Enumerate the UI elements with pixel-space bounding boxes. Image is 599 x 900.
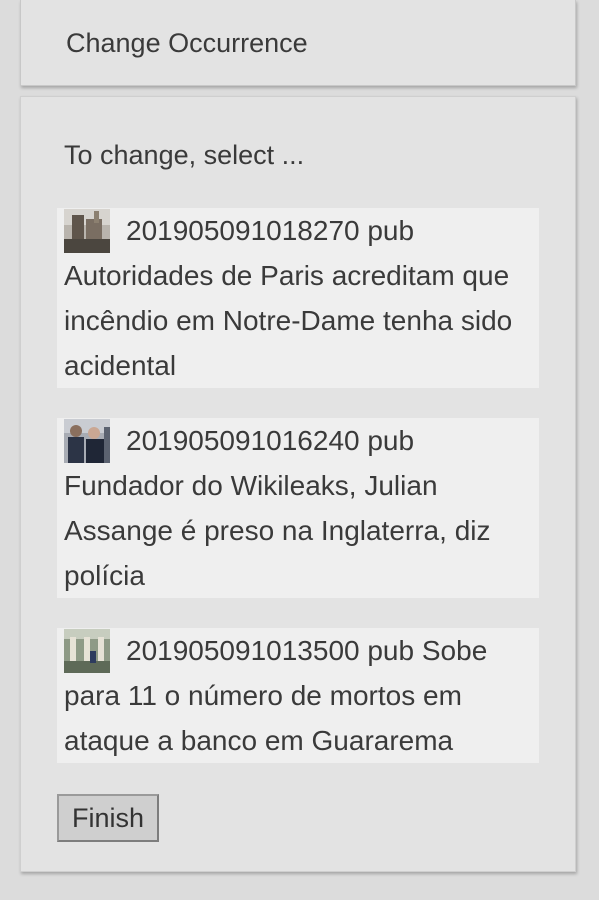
item-id: 201905091016240 pub bbox=[126, 425, 415, 456]
page: Change Occurrence To change, select ... … bbox=[0, 0, 599, 900]
occurrence-item[interactable]: 201905091013500 pub Sobe para 11 o númer… bbox=[57, 628, 539, 763]
bank-attack-photo-icon bbox=[64, 629, 110, 673]
item-id: 201905091018270 pub bbox=[126, 215, 415, 246]
select-prompt: To change, select ... bbox=[64, 140, 305, 170]
occurrence-item[interactable]: 201905091016240 pub Fundador do Wikileak… bbox=[57, 418, 539, 598]
item-id: 201905091013500 pub bbox=[126, 635, 415, 666]
header-bar: Change Occurrence bbox=[20, 0, 576, 86]
item-text: Fundador do Wikileaks, Julian Assange é … bbox=[64, 470, 491, 591]
finish-button[interactable]: Finish bbox=[57, 794, 159, 842]
page-title: Change Occurrence bbox=[66, 28, 308, 58]
notre-dame-photo-icon bbox=[64, 209, 110, 253]
item-text: Autoridades de Paris acreditam que incên… bbox=[64, 260, 513, 381]
assange-arrest-photo-icon bbox=[64, 419, 110, 463]
selection-panel: To change, select ... 201905091018270 pu… bbox=[20, 96, 576, 872]
occurrence-item[interactable]: 201905091018270 pub Autoridades de Paris… bbox=[57, 208, 539, 388]
